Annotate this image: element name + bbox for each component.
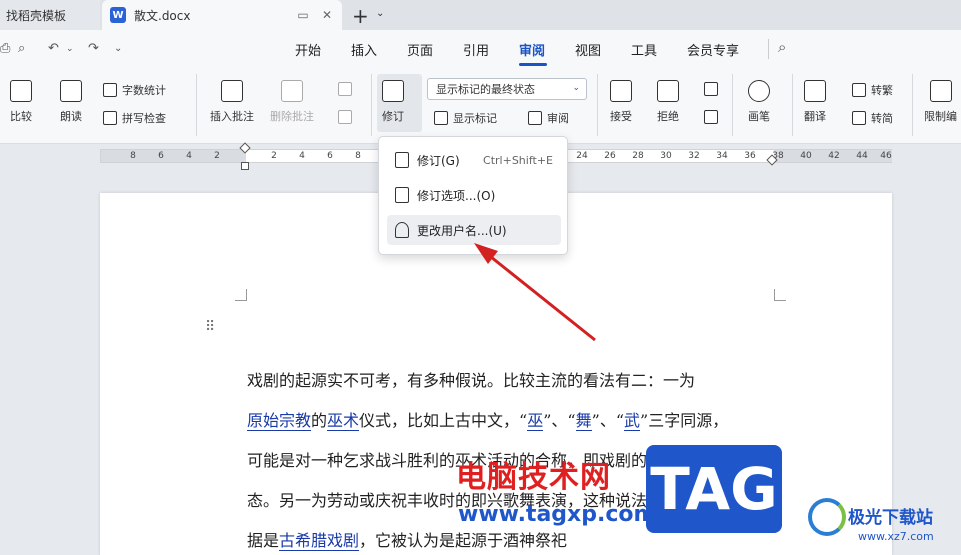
watermark-site-url: www.xz7.com	[858, 530, 934, 543]
watermark-text: 电脑技术网	[456, 460, 611, 495]
watermark-site-name: 极光下载站	[848, 508, 933, 528]
watermark-url: www.tagxp.com	[458, 502, 657, 527]
watermark-tag-logo: TAG	[646, 445, 782, 533]
arrow-shaft	[485, 251, 596, 342]
site-logo-icon	[808, 498, 846, 536]
